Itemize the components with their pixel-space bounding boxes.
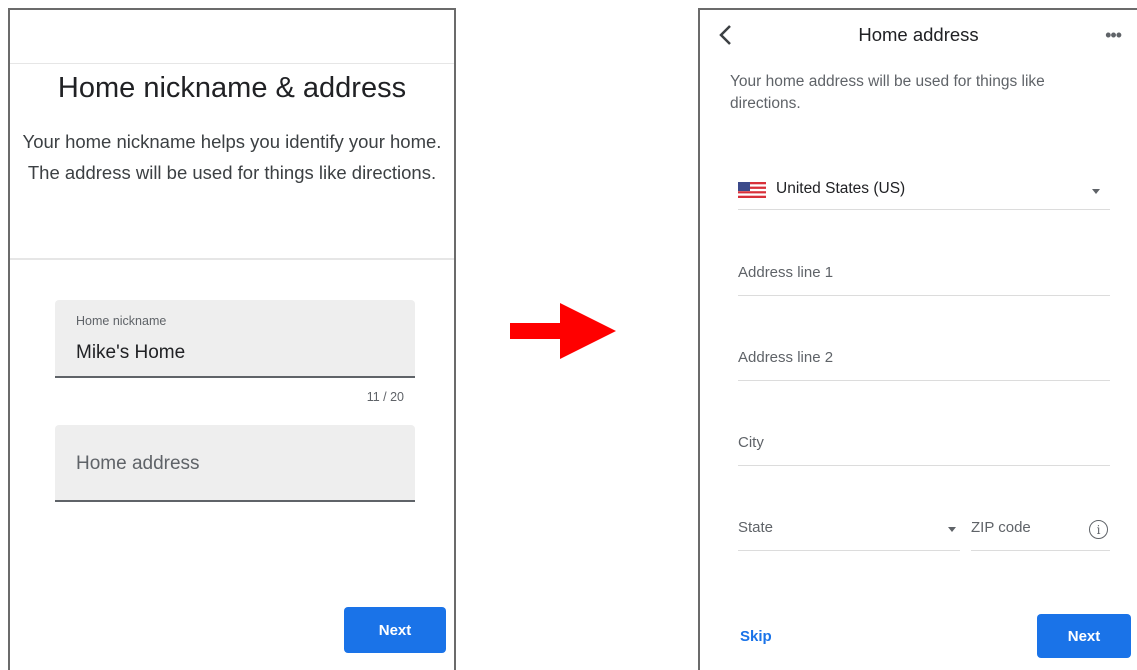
address-line-1-field[interactable]: Address line 1 <box>738 258 1110 296</box>
zip-code-field[interactable]: ZIP code i <box>971 513 1110 551</box>
address-line-2-field[interactable]: Address line 2 <box>738 343 1110 381</box>
more-horizontal-icon[interactable]: ••• <box>1105 26 1122 44</box>
page-description: Your home nickname helps you identify yo… <box>22 131 442 183</box>
skip-link[interactable]: Skip <box>740 628 772 645</box>
city-field[interactable]: City <box>738 428 1110 466</box>
us-flag-icon <box>738 182 766 198</box>
state-select[interactable]: State <box>738 513 960 551</box>
dropdown-arrow-icon <box>1092 189 1100 194</box>
nickname-address-screen: Home nickname & address Your home nickna… <box>8 8 456 670</box>
home-nickname-field[interactable]: Home nickname Mike's Home <box>55 300 415 378</box>
section-divider <box>10 258 454 260</box>
country-value: United States (US) <box>776 180 906 197</box>
address-line-1-placeholder: Address line 1 <box>738 264 834 281</box>
zip-code-placeholder: ZIP code <box>971 519 1031 536</box>
home-nickname-label: Home nickname <box>76 314 167 328</box>
city-placeholder: City <box>738 434 764 451</box>
state-placeholder: State <box>738 519 774 536</box>
country-select[interactable]: United States (US) <box>738 170 1110 210</box>
next-button[interactable]: Next <box>1037 614 1131 658</box>
right-arrow-icon <box>510 303 616 359</box>
home-nickname-value[interactable]: Mike's Home <box>76 342 185 364</box>
home-address-placeholder: Home address <box>76 453 200 474</box>
character-counter: 11 / 20 <box>366 390 404 404</box>
home-address-screen: Home address ••• Your home address will … <box>698 8 1137 670</box>
home-address-field[interactable]: Home address <box>55 425 415 502</box>
address-line-2-placeholder: Address line 2 <box>738 349 834 366</box>
next-button[interactable]: Next <box>344 607 446 653</box>
page-description: Your home address will be used for thing… <box>730 73 1045 112</box>
page-title: Home nickname & address <box>57 72 407 104</box>
dropdown-arrow-icon <box>948 527 956 532</box>
page-title: Home address <box>858 24 979 45</box>
header-divider <box>10 63 454 64</box>
info-icon[interactable]: i <box>1089 520 1108 539</box>
